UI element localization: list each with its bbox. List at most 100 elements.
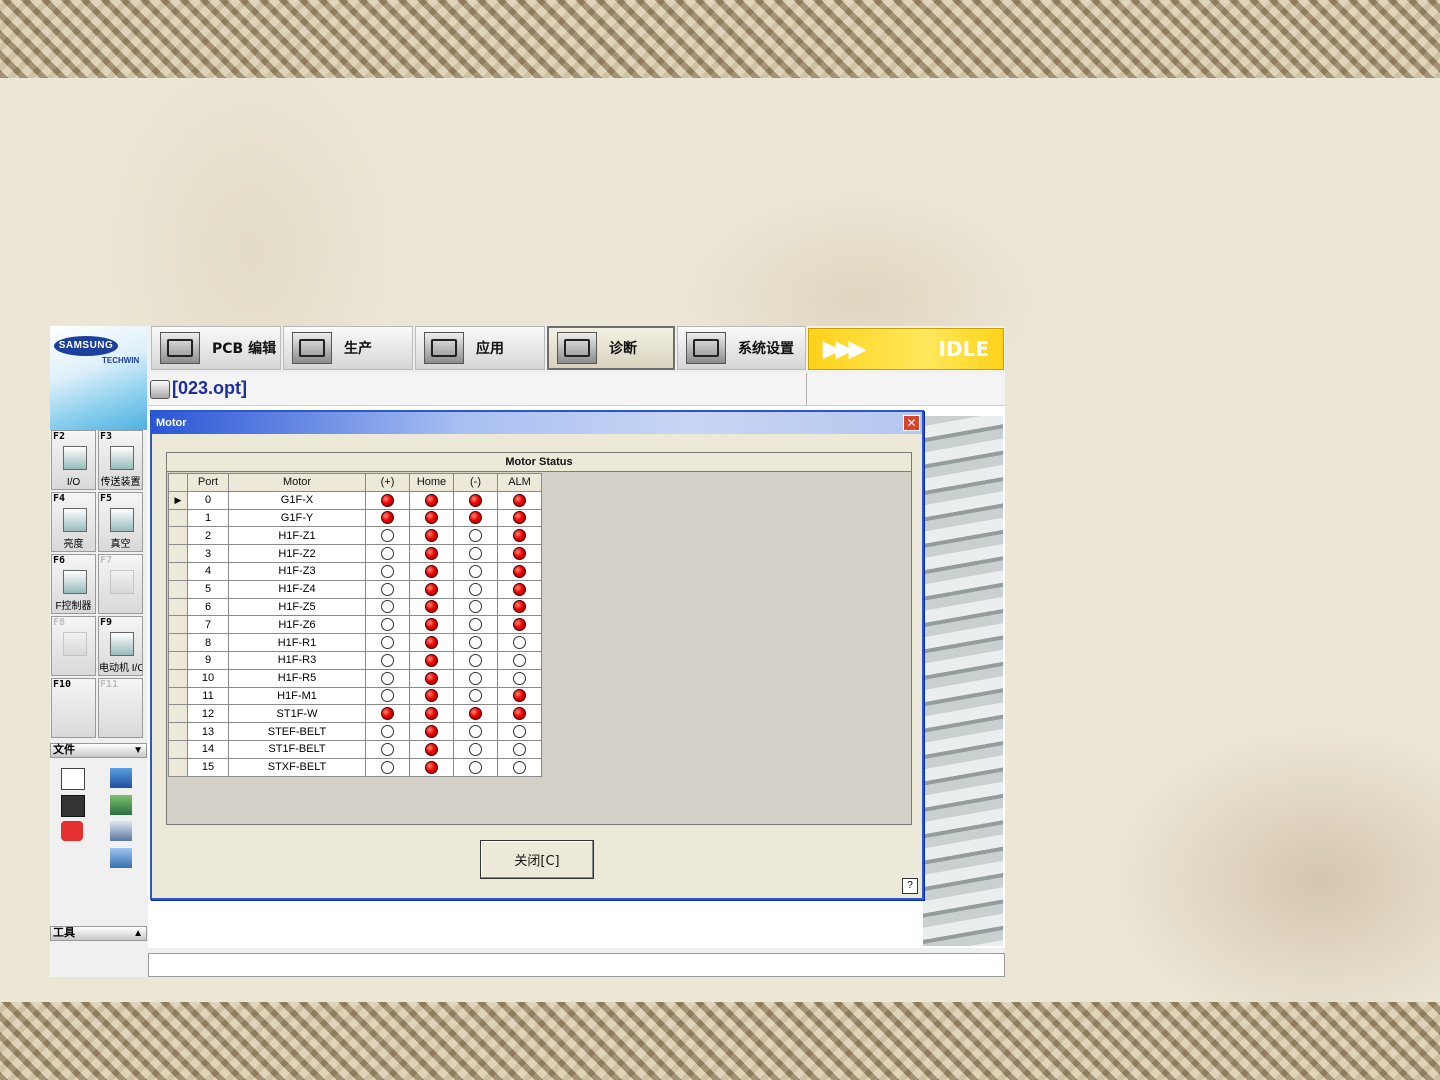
table-row[interactable]: 9 H1F-R3 (168, 650, 542, 670)
fkey-label: 真空 (110, 539, 131, 550)
motor-dialog: Motor ✕ Motor Status Port Motor (+) Home… (150, 410, 924, 900)
plus-led-cell (365, 526, 410, 546)
file-section-header[interactable]: 文件 ▼ (50, 743, 147, 758)
led-off-icon (513, 653, 526, 667)
led-off-icon (469, 742, 482, 756)
plus-led-cell (365, 561, 410, 581)
play-arrows-icon: ▶▶▶ (823, 336, 866, 361)
table-row[interactable]: 10 H1F-R5 (168, 668, 542, 688)
home-led-cell (409, 739, 454, 759)
fkey-f9-motor-io[interactable]: F9 电动机 I/O (98, 616, 143, 676)
tab-label: PCB 编辑 (212, 341, 277, 357)
home-led-cell (409, 668, 454, 688)
table-row[interactable]: 13 STEF-BELT (168, 722, 542, 741)
led-on-icon (425, 671, 438, 685)
tab-application[interactable]: 应用 (415, 326, 545, 370)
fkey-f8: F8 (51, 616, 96, 676)
row-indicator (168, 561, 188, 581)
status-label: IDLE (938, 337, 989, 361)
fkey-f10[interactable]: F10 (51, 678, 96, 738)
row-indicator (168, 686, 188, 706)
table-row[interactable]: 8 H1F-R1 (168, 633, 542, 652)
table-row[interactable]: 12 ST1F-W (168, 704, 542, 724)
plus-led-cell (365, 739, 410, 759)
tab-pcb-edit[interactable]: PCB 编辑 (151, 326, 281, 370)
column-header: (+) (365, 473, 410, 492)
motor-cell: STXF-BELT (228, 757, 366, 777)
alm-led-cell (497, 561, 542, 581)
alm-led-cell (497, 633, 542, 652)
new-file-icon[interactable] (61, 768, 85, 790)
table-row[interactable]: 1 G1F-Y (168, 508, 542, 528)
save-icon[interactable] (61, 795, 85, 817)
row-indicator (168, 650, 188, 670)
port-cell: 9 (187, 650, 229, 670)
table-row[interactable]: 2 H1F-Z1 (168, 526, 542, 546)
fkey-f5-vacuum[interactable]: F5 真空 (98, 492, 143, 552)
led-off-icon (381, 529, 394, 543)
table-row[interactable]: 3 H1F-Z2 (168, 544, 542, 563)
led-off-icon (469, 564, 482, 578)
led-off-icon (469, 760, 482, 774)
open-folder-icon[interactable] (110, 768, 132, 788)
close-icon[interactable]: ✕ (903, 415, 920, 431)
table-row[interactable]: 11 H1F-M1 (168, 686, 542, 706)
fkey-f4-brightness[interactable]: F4 亮度 (51, 492, 96, 552)
motor-cell: G1F-Y (228, 508, 366, 528)
fkey-f2-io[interactable]: F2 I/O (51, 430, 96, 490)
config-icon[interactable] (110, 821, 132, 841)
minus-led-cell (453, 615, 498, 635)
led-on-icon (513, 493, 526, 507)
fkey-f3-conveyor[interactable]: F3 传送装置 (98, 430, 143, 490)
fkey-code: F10 (53, 679, 72, 690)
row-indicator (168, 722, 188, 741)
table-row[interactable]: 5 H1F-Z4 (168, 579, 542, 599)
close-button[interactable]: 关闭[C] (480, 840, 594, 879)
row-indicator (168, 739, 188, 759)
column-header: ALM (497, 473, 542, 492)
power-icon[interactable] (61, 821, 83, 841)
led-on-icon (425, 511, 438, 525)
fkey-code: F7 (100, 555, 113, 566)
tab-system-settings[interactable]: 系统设置 (677, 326, 806, 370)
led-off-icon (381, 671, 394, 685)
motor-cell: G1F-X (228, 490, 366, 510)
row-indicator: ▶ (168, 490, 188, 510)
table-row[interactable]: 4 H1F-Z3 (168, 561, 542, 581)
port-cell: 2 (187, 526, 229, 546)
led-on-icon (381, 493, 394, 507)
led-off-icon (469, 618, 482, 632)
table-row[interactable]: 14 ST1F-BELT (168, 739, 542, 759)
led-off-icon (469, 725, 482, 739)
table-row[interactable]: ▶ 0 G1F-X (168, 490, 542, 510)
dialog-title-bar[interactable]: Motor (152, 412, 922, 434)
home-led-cell (409, 508, 454, 528)
computer-icon[interactable] (110, 848, 132, 868)
logo-brand: SAMSUNG (54, 336, 118, 356)
tools-section-header[interactable]: 工具 ▲ (50, 926, 147, 941)
fkey-f6-controller[interactable]: F6 F控制器 (51, 554, 96, 614)
port-cell: 13 (187, 722, 229, 741)
led-off-icon (381, 725, 394, 739)
tab-diagnostics[interactable]: 诊断 (547, 326, 675, 370)
home-led-cell (409, 686, 454, 706)
motor-cell: ST1F-BELT (228, 739, 366, 759)
table-row[interactable]: 6 H1F-Z5 (168, 597, 542, 617)
motor-cell: H1F-R1 (228, 633, 366, 652)
download-icon[interactable] (110, 795, 132, 815)
home-led-cell (409, 561, 454, 581)
led-on-icon (425, 725, 438, 739)
port-cell: 14 (187, 739, 229, 759)
help-button[interactable]: ? (902, 878, 918, 894)
tab-production[interactable]: 生产 (283, 326, 413, 370)
table-row[interactable]: 7 H1F-Z6 (168, 615, 542, 635)
motor-cell: H1F-Z3 (228, 561, 366, 581)
fkey-code: F3 (100, 431, 113, 442)
tab-label: 生产 (344, 341, 372, 357)
alm-led-cell (497, 668, 542, 688)
row-indicator (168, 526, 188, 546)
motor-cell: H1F-R3 (228, 650, 366, 670)
alm-led-cell (497, 490, 542, 510)
table-row[interactable]: 15 STXF-BELT (168, 757, 542, 777)
alm-led-cell (497, 544, 542, 563)
